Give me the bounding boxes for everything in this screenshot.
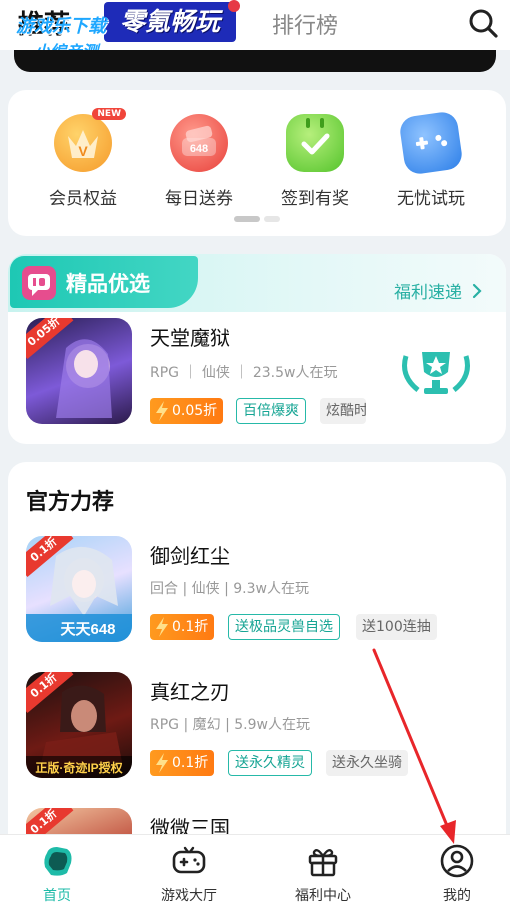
game-meta-tiantang: RPG ｜ 仙侠 ｜ 23.5w人在玩 — [150, 365, 338, 381]
nav-label-welfare: 福利中心 — [295, 888, 351, 904]
tab-ranking[interactable]: 排行榜 — [272, 8, 338, 40]
welfare-express-label: 福利速递 — [394, 283, 462, 303]
watermark-line1: 游戏乐下载 — [16, 16, 106, 37]
new-badge: NEW — [92, 108, 126, 120]
nav-home[interactable]: 首页 — [12, 843, 102, 905]
gift-icon — [305, 843, 341, 879]
coupon-icon: 648 — [170, 114, 228, 172]
official-recommend-card: 官方力荐 天天648 0.1折 御剑红尘 回合 | 仙侠 | 9.3w人在玩 0… — [8, 462, 506, 862]
discount-tag: 0.05折 — [150, 398, 224, 424]
feature-tag: 百倍爆爽 — [236, 398, 306, 424]
quick-item-coupon[interactable]: 648 每日送券 — [144, 114, 254, 209]
game-corner-discount: 0.1折 — [26, 808, 74, 834]
promo-banner-tab[interactable]: 零氪畅玩 — [104, 2, 236, 42]
lightning-icon — [156, 753, 168, 773]
game-row-weiwei[interactable]: 0.1折 微微三国 — [8, 808, 506, 834]
game-meta-yujian: 回合 | 仙侠 | 9.3w人在玩 — [150, 581, 309, 597]
feature-tag-grey: 送永久坐骑 — [326, 750, 408, 776]
quick-item-member[interactable]: V NEW 会员权益 — [28, 108, 138, 209]
game-name-tiantang[interactable]: 天堂魔狱 — [150, 322, 230, 351]
game-icon-weiwei[interactable]: 0.1折 — [26, 808, 132, 834]
top-header: 推荐 零氪畅玩 排行榜 游戏乐下载 小编亲测 — [0, 0, 510, 61]
game-row-yujian[interactable]: 天天648 0.1折 御剑红尘 回合 | 仙侠 | 9.3w人在玩 0.1折 送… — [8, 536, 506, 666]
quick-actions-pager — [234, 216, 280, 222]
trophy-icon — [396, 342, 476, 402]
featured-card: 精品优选 福利速递 0.05折 天堂魔狱 RPG ｜ 仙侠 ｜ 23.5w人在玩… — [8, 254, 506, 444]
crown-v-icon: V NEW — [54, 108, 126, 172]
game-row-zhenhong[interactable]: 正版·奇迹IP授权 0.1折 真红之刃 RPG | 魔幻 | 5.9w人在玩 0… — [8, 672, 506, 802]
discount-text: 0.05折 — [172, 403, 218, 419]
icon-caption-yujian: 天天648 — [60, 621, 115, 638]
featured-title-tab: 精品优选 — [10, 256, 198, 308]
game-icon-zhenhong[interactable]: 正版·奇迹IP授权 0.1折 — [26, 672, 132, 778]
lightning-icon — [156, 401, 168, 421]
game-controller-icon — [171, 843, 207, 879]
profile-icon — [439, 843, 475, 879]
home-icon — [39, 843, 75, 879]
nav-label-game-hall: 游戏大厅 — [161, 888, 217, 904]
quick-label-trial: 无忧试玩 — [397, 189, 465, 209]
game-name-zhenhong[interactable]: 真红之刃 — [150, 676, 230, 705]
pager-dot-active — [234, 216, 260, 222]
checkin-calendar-icon — [286, 114, 344, 172]
svg-text:V: V — [78, 143, 88, 159]
quick-item-trial[interactable]: 无忧试玩 — [376, 110, 486, 209]
quick-item-checkin[interactable]: 签到有奖 — [260, 114, 370, 209]
chevron-right-icon — [473, 283, 482, 299]
game-meta-zhenhong: RPG | 魔幻 | 5.9w人在玩 — [150, 717, 310, 733]
game-icon-yujian[interactable]: 天天648 0.1折 — [26, 536, 132, 642]
pager-dot-inactive — [264, 216, 280, 222]
discount-text: 0.1折 — [172, 619, 209, 635]
coupon-648-text: 648 — [190, 143, 208, 155]
nav-mine[interactable]: 我的 — [412, 843, 502, 905]
banner-carousel-edge[interactable] — [14, 50, 496, 72]
bottom-nav: 首页 游戏大厅 福利中心 我的 — [0, 834, 510, 905]
icon-caption-zhenhong: 正版·奇迹IP授权 — [35, 760, 123, 775]
welfare-express-link[interactable]: 福利速递 — [394, 278, 483, 303]
quick-label-coupon: 每日送券 — [165, 189, 233, 209]
game-name-weiwei[interactable]: 微微三国 — [150, 812, 230, 834]
nav-label-mine: 我的 — [443, 888, 471, 904]
feature-tag-grey: 送100连抽 — [356, 614, 437, 640]
discount-tag: 0.1折 — [150, 750, 215, 776]
lightning-icon — [156, 617, 168, 637]
featured-logo-icon — [22, 266, 56, 300]
discount-tag: 0.1折 — [150, 614, 215, 640]
discount-text: 0.1折 — [172, 755, 209, 771]
promo-red-dot — [228, 0, 240, 12]
feature-tag: 送极品灵兽自选 — [228, 614, 340, 640]
official-title: 官方力荐 — [26, 490, 115, 515]
nav-welfare[interactable]: 福利中心 — [278, 843, 368, 905]
game-icon-tiantang[interactable]: 0.05折 — [26, 318, 132, 424]
featured-title: 精品优选 — [66, 272, 150, 296]
nav-label-home: 首页 — [43, 888, 71, 904]
quick-label-checkin: 签到有奖 — [281, 189, 349, 209]
search-icon[interactable] — [466, 6, 500, 40]
game-name-yujian[interactable]: 御剑红尘 — [150, 540, 230, 569]
nav-game-hall[interactable]: 游戏大厅 — [144, 843, 234, 905]
quick-label-member: 会员权益 — [49, 189, 117, 209]
quick-actions-card: V NEW 会员权益 648 每日送券 签到有奖 无忧试玩 — [8, 90, 506, 236]
gamepad-icon — [398, 110, 464, 176]
feature-tag: 送永久精灵 — [228, 750, 312, 776]
feature-tag-grey: 炫酷时 — [320, 398, 366, 424]
